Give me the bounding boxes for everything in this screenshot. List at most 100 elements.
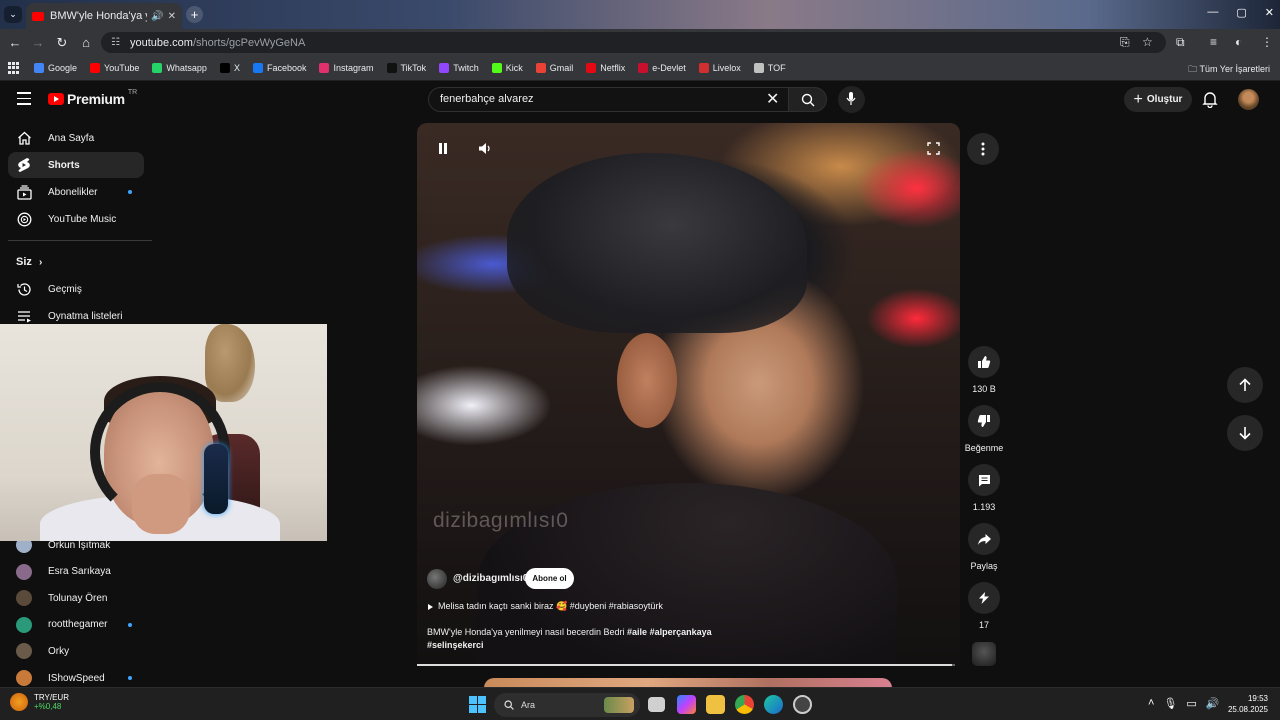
bookmark-label: TikTok: [400, 63, 427, 73]
currency-widget[interactable]: TRY/EUR +%0,48: [10, 693, 69, 711]
chrome-icon[interactable]: [735, 695, 754, 714]
create-button[interactable]: + Oluştur: [1124, 87, 1192, 112]
clear-search-icon[interactable]: ✕: [766, 89, 779, 109]
sound-thumbnail[interactable]: [972, 642, 996, 666]
network-icon[interactable]: ▭: [1186, 697, 1196, 710]
pause-icon[interactable]: [437, 142, 449, 155]
bookmark-instagram[interactable]: Instagram: [319, 63, 374, 73]
bookmark-kick[interactable]: Kick: [491, 63, 523, 73]
dislike-button[interactable]: [968, 405, 1000, 437]
apps-grid-icon[interactable]: [8, 62, 20, 74]
share-action[interactable]: Paylaş: [958, 523, 1010, 571]
account-avatar[interactable]: [1238, 89, 1259, 110]
short-caption[interactable]: BMW'yle Honda'ya yenilmeyi nasıl becerdi…: [427, 626, 747, 652]
new-tab-button[interactable]: +: [186, 6, 203, 23]
browser-menu-icon[interactable]: ⋮: [1261, 35, 1273, 49]
shorts-icon: [16, 157, 32, 173]
bookmark-facebook[interactable]: Facebook: [252, 63, 306, 73]
copilot-icon[interactable]: [677, 695, 696, 714]
search-input[interactable]: fenerbahçe alvarez: [428, 87, 789, 112]
shorts-video-player[interactable]: dizibagımlısı0 @dizibagımlısı0 Abone ol …: [417, 123, 960, 666]
media-control-icon[interactable]: ≡: [1210, 35, 1217, 49]
thumb-down-icon: [977, 415, 990, 427]
sidebar-you-header[interactable]: Siz ›: [16, 256, 42, 268]
sound-link[interactable]: Melisa tadın kaçtı sanki biraz 🥰 #duyben…: [428, 601, 663, 612]
bookmark-netflix[interactable]: Netflix: [586, 63, 625, 73]
bookmark-star-icon[interactable]: ☆: [1142, 35, 1153, 49]
comments-action[interactable]: 1.193: [958, 464, 1010, 512]
sidebar-subscription-orky[interactable]: Orky: [8, 638, 144, 664]
sidebar-item-shorts[interactable]: Shorts: [8, 152, 144, 178]
microphone-icon[interactable]: 🎙: [1163, 697, 1177, 710]
share-button[interactable]: [968, 523, 1000, 555]
settings-app-icon[interactable]: [793, 695, 812, 714]
extensions-icon[interactable]: ⧉: [1176, 35, 1185, 50]
bookmark-label: YouTube: [104, 63, 140, 73]
comments-button[interactable]: [968, 464, 1000, 496]
video-progress-bar[interactable]: [417, 664, 955, 666]
volume-icon[interactable]: [478, 142, 492, 155]
bookmark-tiktok[interactable]: TikTok: [386, 63, 427, 73]
dislike-action[interactable]: Beğenme: [958, 405, 1010, 453]
file-explorer-icon[interactable]: [706, 695, 725, 714]
sidebar-item-history[interactable]: Geçmiş: [8, 276, 144, 302]
like-action[interactable]: 130 B: [958, 346, 1010, 394]
volume-icon[interactable]: 🔊: [1206, 697, 1220, 710]
all-bookmarks-button[interactable]: 🗀 Tüm Yer İşaretleri: [1188, 62, 1270, 78]
profile-icon[interactable]: ◐: [1235, 35, 1242, 49]
windows-start-icon[interactable]: [469, 696, 486, 713]
install-app-icon[interactable]: ⎘: [1120, 35, 1130, 50]
bookmark-x[interactable]: X: [219, 63, 240, 73]
bookmark-gmail[interactable]: Gmail: [535, 63, 573, 73]
maximize-icon[interactable]: ▢: [1236, 6, 1246, 19]
bookmark-e-devlet[interactable]: e-Devlet: [638, 63, 686, 73]
tab-close-icon[interactable]: ✕: [168, 11, 176, 22]
bookmark-google[interactable]: Google: [34, 63, 77, 73]
next-short-button[interactable]: [1227, 415, 1263, 451]
more-options-button[interactable]: [967, 133, 999, 165]
minimize-icon[interactable]: —: [1207, 6, 1218, 19]
notifications-bell-icon[interactable]: [1202, 91, 1218, 108]
sidebar-item-home[interactable]: Ana Sayfa: [8, 125, 144, 151]
subscribe-button[interactable]: Abone ol: [525, 568, 574, 589]
bookmark-twitch[interactable]: Twitch: [439, 63, 479, 73]
taskbar-clock[interactable]: 19:53 25.08.2025: [1222, 693, 1268, 715]
channel-avatar[interactable]: [427, 569, 447, 589]
like-button[interactable]: [968, 346, 1000, 378]
search-button[interactable]: [788, 87, 827, 112]
bookmark-livelox[interactable]: Livelox: [698, 63, 741, 73]
remix-action[interactable]: 17: [958, 582, 1010, 630]
guide-menu-button[interactable]: [17, 92, 31, 105]
site-info-icon[interactable]: ☷: [111, 37, 120, 48]
chevron-up-icon[interactable]: ˄: [1148, 697, 1154, 710]
taskbar-search[interactable]: Ara: [494, 693, 640, 717]
tab-audio-icon[interactable]: 🔊: [151, 11, 163, 22]
remix-button[interactable]: [968, 582, 1000, 614]
browser-tab-active[interactable]: BMW'yle Honda'ya yenilmeyi 🔊 ✕: [26, 3, 182, 29]
voice-search-button[interactable]: [838, 86, 865, 113]
bookmark-youtube[interactable]: YouTube: [90, 63, 139, 73]
previous-short-button[interactable]: [1227, 367, 1263, 403]
fullscreen-icon[interactable]: [927, 142, 940, 155]
back-button[interactable]: ←: [6, 34, 24, 52]
bookmark-tof[interactable]: TOF: [753, 63, 786, 73]
sidebar-subscription-ishowspeed[interactable]: IShowSpeed: [8, 665, 144, 687]
edge-icon[interactable]: [764, 695, 783, 714]
sidebar-item-subscriptions[interactable]: Abonelikler: [8, 179, 144, 205]
sidebar-subscription-tolunay-ren[interactable]: Tolunay Ören: [8, 585, 144, 611]
next-short-preview[interactable]: [484, 678, 892, 687]
bookmark-favicon-icon: [491, 63, 502, 73]
channel-name[interactable]: @dizibagımlısı0: [453, 573, 528, 584]
youtube-premium-logo[interactable]: Premium TR: [48, 89, 137, 107]
sidebar-subscription-esra-sar-kaya[interactable]: Esra Sarıkaya: [8, 559, 144, 585]
tab-search-button[interactable]: ⌄: [4, 6, 22, 23]
address-bar[interactable]: ☷ youtube.com/shorts/gcPevWyGeNA: [101, 32, 1166, 53]
reload-button[interactable]: ↻: [53, 34, 71, 52]
sidebar-item-youtube-music[interactable]: YouTube Music: [8, 206, 144, 232]
bookmark-whatsapp[interactable]: Whatsapp: [152, 63, 207, 73]
task-view-icon[interactable]: [648, 697, 665, 712]
home-button[interactable]: ⌂: [77, 34, 95, 52]
close-window-icon[interactable]: ✕: [1265, 6, 1274, 19]
sidebar-subscription-rootthegamer[interactable]: rootthegamer: [8, 612, 144, 638]
forward-button[interactable]: →: [29, 34, 47, 52]
